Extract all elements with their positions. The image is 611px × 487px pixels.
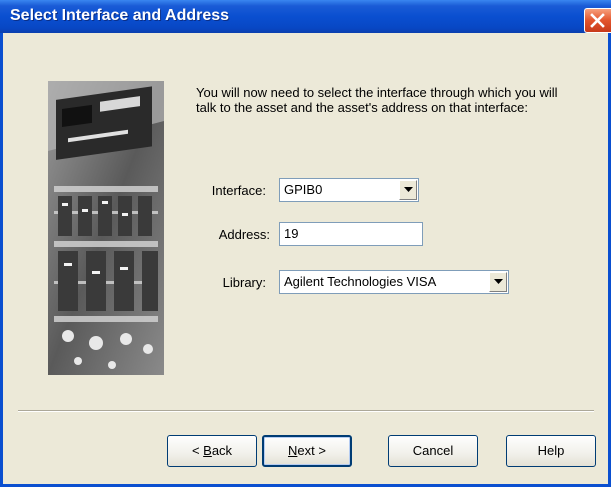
select-interface-dialog: Select Interface and Address You will no… xyxy=(0,0,611,487)
library-select[interactable]: Agilent Technologies VISA xyxy=(279,270,509,294)
address-input[interactable]: 19 xyxy=(279,222,423,246)
button-separator xyxy=(18,410,594,412)
interface-dropdown-button[interactable] xyxy=(399,180,417,200)
interface-value: GPIB0 xyxy=(284,182,323,197)
help-button[interactable]: Help xyxy=(506,435,596,467)
next-mnemonic: N xyxy=(288,443,298,458)
cancel-button[interactable]: Cancel xyxy=(388,435,478,467)
back-button[interactable]: < Back xyxy=(167,435,257,467)
close-x-icon xyxy=(590,13,605,28)
window-title: Select Interface and Address xyxy=(10,7,230,24)
library-label: Library: xyxy=(222,275,266,290)
title-bar[interactable]: Select Interface and Address xyxy=(0,0,611,33)
chevron-down-icon xyxy=(404,187,413,192)
interface-label: Interface: xyxy=(211,183,266,198)
address-label: Address: xyxy=(218,227,270,242)
instructions-text: You will now need to select the interfac… xyxy=(196,85,558,115)
next-rest: ext > xyxy=(297,443,326,458)
back-prefix: < xyxy=(191,443,204,458)
library-value: Agilent Technologies VISA xyxy=(284,274,437,289)
library-dropdown-button[interactable] xyxy=(489,272,507,292)
back-mnemonic: B xyxy=(203,443,212,458)
interface-select[interactable]: GPIB0 xyxy=(279,178,419,202)
chevron-down-icon xyxy=(494,279,503,284)
back-rest: ack xyxy=(211,443,233,458)
window-frame-left xyxy=(0,33,3,487)
next-button[interactable]: Next > xyxy=(262,435,352,467)
close-button[interactable] xyxy=(584,8,611,33)
instrument-rack-image xyxy=(48,81,164,375)
